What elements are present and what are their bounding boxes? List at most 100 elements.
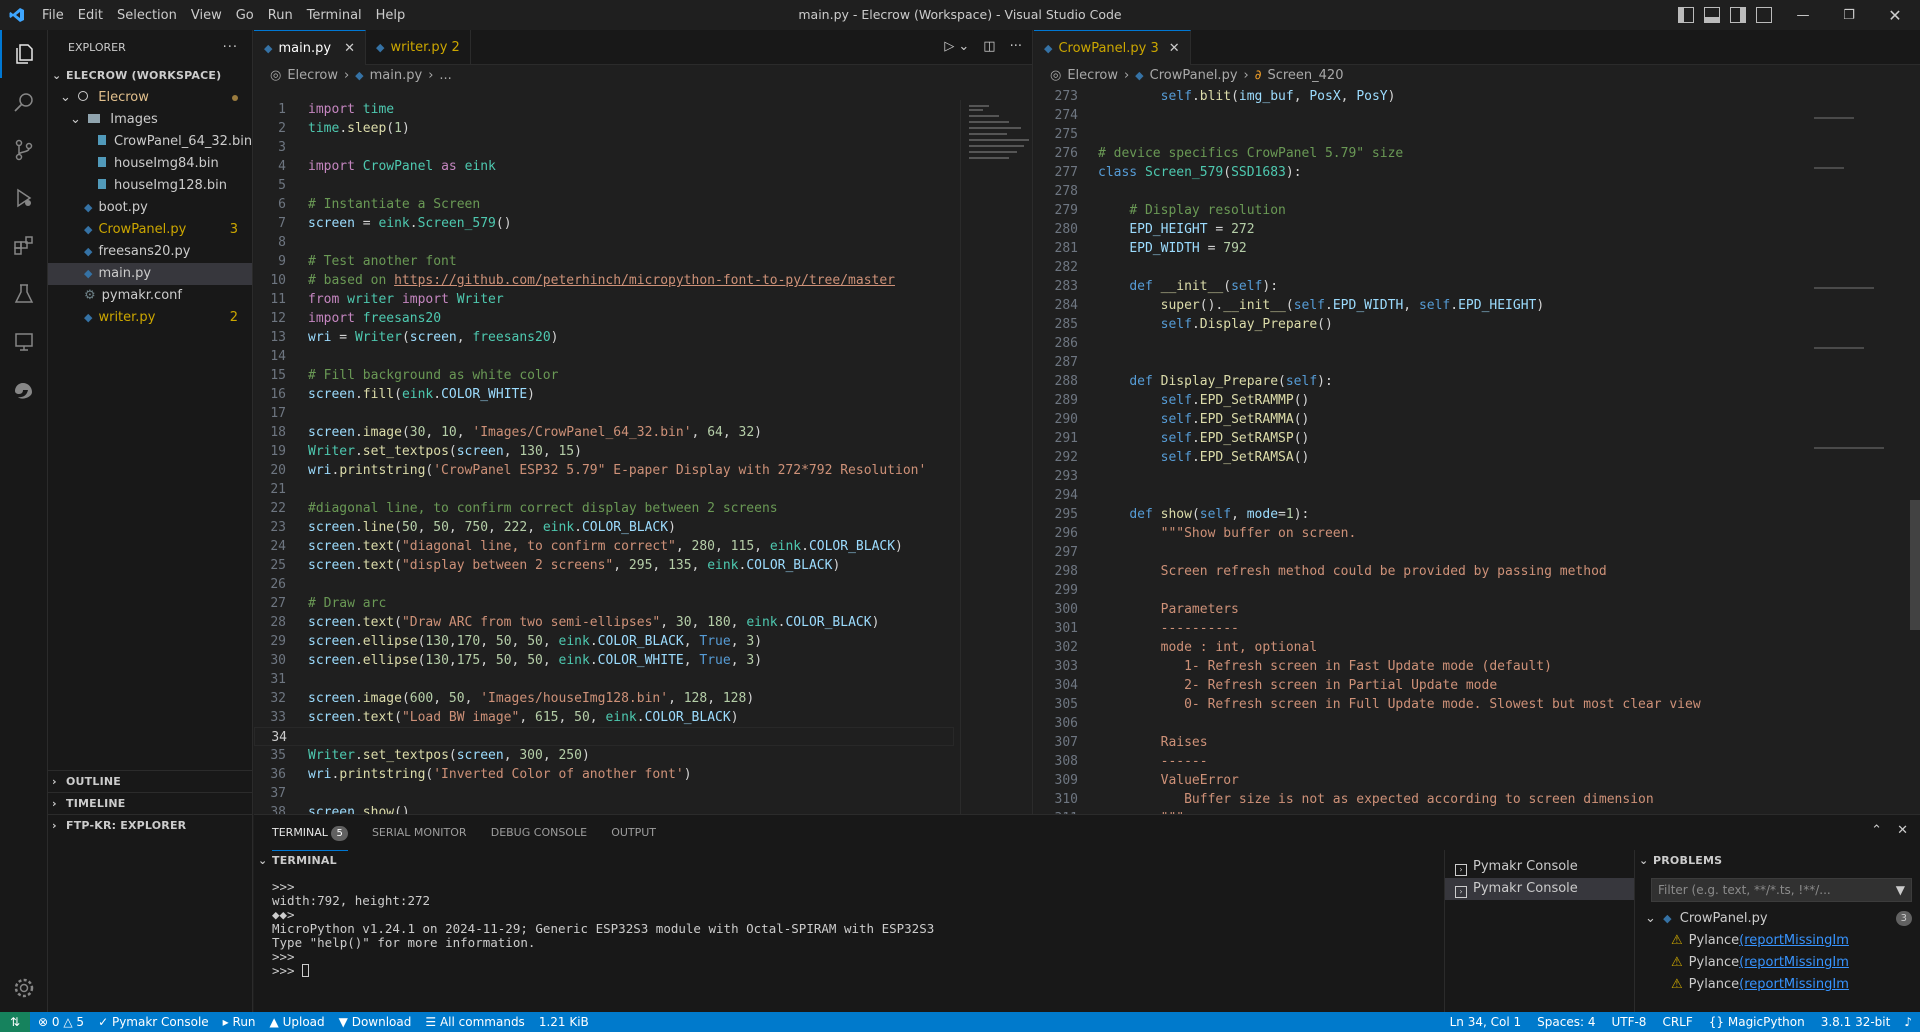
code-area-right[interactable]: 273 self.blit(img_buf, PosX, PosY) 274 275… [1034, 87, 1804, 814]
code-line[interactable]: 279 # Display resolution [1034, 201, 1804, 220]
code-line[interactable]: 13 wri = Writer(screen, freesans20) [254, 328, 954, 347]
chevron-down-icon[interactable]: ⌄ [958, 39, 969, 54]
restore-icon[interactable]: ❐ [1826, 8, 1872, 23]
file-item[interactable]: ◆ boot.py [48, 197, 252, 219]
code-line[interactable]: 22 #diagonal line, to confirm correct dis… [254, 499, 954, 518]
terminal-section-header[interactable]: ⌄ TERMINAL [254, 850, 1444, 872]
edge-icon[interactable] [0, 366, 48, 414]
code-line[interactable]: 36 wri.printstring('Inverted Color of ano… [254, 765, 954, 784]
code-line[interactable]: 298 Screen refresh method could be provi… [1034, 562, 1804, 581]
close-tab-icon[interactable]: ✕ [344, 41, 355, 56]
workspace-header[interactable]: ⌄ ELECROW (WORKSPACE) [48, 65, 252, 87]
code-line[interactable]: 280 EPD_HEIGHT = 272 [1034, 220, 1804, 239]
file-item[interactable]: ◆ freesans20.py [48, 241, 252, 263]
code-line[interactable]: 291 self.EPD_SetRAMSP() [1034, 429, 1804, 448]
problem-item[interactable]: ⚠ Pylance(reportMissingIm [1635, 952, 1920, 974]
code-line[interactable]: 276 # device specifics CrowPanel 5.79" si… [1034, 144, 1804, 163]
code-line[interactable]: 283 def __init__(self): [1034, 277, 1804, 296]
code-line[interactable]: 287 [1034, 353, 1804, 372]
folder-elecrow[interactable]: ⌄ Elecrow [48, 87, 252, 109]
tab-terminal[interactable]: TERMINAL 5 [272, 816, 348, 851]
problems-file-row[interactable]: ⌄ ◆ CrowPanel.py 3 [1635, 908, 1920, 930]
minimize-icon[interactable]: — [1780, 8, 1826, 23]
code-line[interactable]: 35 Writer.set_textpos(screen, 300, 250) [254, 746, 954, 765]
menu-go[interactable]: Go [236, 8, 254, 23]
code-line[interactable]: 307 Raises [1034, 733, 1804, 752]
file-item[interactable]: ◆ main.py [48, 263, 252, 285]
code-line[interactable]: 7 screen = eink.Screen_579() [254, 214, 954, 233]
code-line[interactable]: 4 import CrowPanel as eink [254, 157, 954, 176]
search-icon[interactable] [0, 78, 48, 126]
code-line[interactable]: 296 """Show buffer on screen. [1034, 524, 1804, 543]
tab-output[interactable]: OUTPUT [611, 815, 656, 850]
pymakr-console-status[interactable]: ✓ Pymakr Console [98, 1015, 209, 1029]
tab-main-py[interactable]: ◆ main.py ✕ [254, 30, 366, 65]
code-line[interactable]: 20 wri.printstring('CrowPanel ESP32 5.79"… [254, 461, 954, 480]
file-item[interactable]: ⚙ pymakr.conf [48, 285, 252, 307]
problem-item[interactable]: ⚠ Pylance(reportMissingIm [1635, 930, 1920, 952]
code-line[interactable]: 289 self.EPD_SetRAMMP() [1034, 391, 1804, 410]
tab-debug-console[interactable]: DEBUG CONSOLE [491, 815, 587, 850]
terminal-output[interactable]: >>> width:792, height:272 ◆◆> MicroPython v… [272, 880, 934, 978]
close-icon[interactable]: ✕ [1872, 6, 1918, 25]
file-item[interactable]: houseImg128.bin [48, 175, 252, 197]
code-line[interactable]: 29 screen.ellipse(130,170, 50, 50, eink.C… [254, 632, 954, 651]
file-item[interactable]: houseImg84.bin [48, 153, 252, 175]
file-item[interactable]: ◆ CrowPanel.py 3 [48, 219, 252, 241]
code-line[interactable]: 288 def Display_Prepare(self): [1034, 372, 1804, 391]
code-line[interactable]: 277 class Screen_579(SSD1683): [1034, 163, 1804, 182]
all-commands-status[interactable]: ☰ All commands [425, 1015, 524, 1029]
code-line[interactable]: 300 Parameters [1034, 600, 1804, 619]
problems-status[interactable]: ⊗ 0 △ 5 [38, 1015, 84, 1029]
code-line[interactable]: 281 EPD_WIDTH = 792 [1034, 239, 1804, 258]
breadcrumb-item[interactable]: Elecrow [287, 65, 338, 87]
breadcrumb-item[interactable]: Screen_420 [1267, 65, 1343, 87]
code-line[interactable]: 275 [1034, 125, 1804, 144]
more-actions-icon[interactable]: ··· [223, 40, 238, 55]
outline-section[interactable]: › OUTLINE [48, 770, 253, 792]
language-mode-status[interactable]: {} MagicPython [1709, 1015, 1805, 1029]
eol-status[interactable]: CRLF [1662, 1015, 1692, 1029]
more-actions-icon[interactable]: ··· [1010, 39, 1022, 54]
code-line[interactable]: 34 [254, 727, 954, 746]
code-line[interactable]: 303 1- Refresh screen in Fast Update mod… [1034, 657, 1804, 676]
code-line[interactable]: 18 screen.image(30, 10, 'Images/CrowPanel… [254, 423, 954, 442]
code-line[interactable]: 285 self.Display_Prepare() [1034, 315, 1804, 334]
code-line[interactable]: 8 [254, 233, 954, 252]
folder-images[interactable]: ⌄ Images [48, 109, 252, 131]
code-line[interactable]: 295 def show(self, mode=1): [1034, 505, 1804, 524]
filter-icon[interactable]: ▼ [1896, 879, 1905, 901]
menu-selection[interactable]: Selection [117, 8, 177, 23]
split-editor-icon[interactable]: ◫ [983, 39, 995, 54]
code-line[interactable]: 19 Writer.set_textpos(screen, 130, 15) [254, 442, 954, 461]
code-line[interactable]: 32 screen.image(600, 50, 'Images/houseImg… [254, 689, 954, 708]
code-line[interactable]: 37 [254, 784, 954, 803]
menu-file[interactable]: File [42, 8, 64, 23]
code-line[interactable]: 9 # Test another font [254, 252, 954, 271]
code-line[interactable]: 302 mode : int, optional [1034, 638, 1804, 657]
extensions-icon[interactable] [0, 222, 48, 270]
file-item[interactable]: ◆ writer.py 2 [48, 307, 252, 329]
problem-item[interactable]: ⚠ Pylance(reportMissingIm [1635, 974, 1920, 996]
testing-icon[interactable] [0, 270, 48, 318]
console-item[interactable]: › Pymakr Console [1445, 856, 1634, 878]
maximize-panel-icon[interactable]: ⌃ [1871, 823, 1882, 838]
code-line[interactable]: 282 [1034, 258, 1804, 277]
indentation-status[interactable]: Spaces: 4 [1537, 1015, 1595, 1029]
encoding-status[interactable]: UTF-8 [1611, 1015, 1646, 1029]
code-line[interactable]: 27 # Draw arc [254, 594, 954, 613]
code-line[interactable]: 310 Buffer size is not as expected accor… [1034, 790, 1804, 809]
menu-help[interactable]: Help [376, 8, 406, 23]
run-python-file-icon[interactable]: ▷ [944, 39, 954, 54]
menu-terminal[interactable]: Terminal [307, 8, 362, 23]
close-panel-icon[interactable]: ✕ [1897, 823, 1908, 838]
code-line[interactable]: 304 2- Refresh screen in Partial Update … [1034, 676, 1804, 695]
code-line[interactable]: 308 ------ [1034, 752, 1804, 771]
file-item[interactable]: CrowPanel_64_32.bin [48, 131, 252, 153]
code-line[interactable]: 292 self.EPD_SetRAMSA() [1034, 448, 1804, 467]
code-line[interactable]: 299 [1034, 581, 1804, 600]
remote-indicator[interactable]: ⇅ [0, 1012, 30, 1032]
code-line[interactable]: 301 ---------- [1034, 619, 1804, 638]
code-line[interactable]: 14 [254, 347, 954, 366]
menu-view[interactable]: View [191, 8, 222, 23]
